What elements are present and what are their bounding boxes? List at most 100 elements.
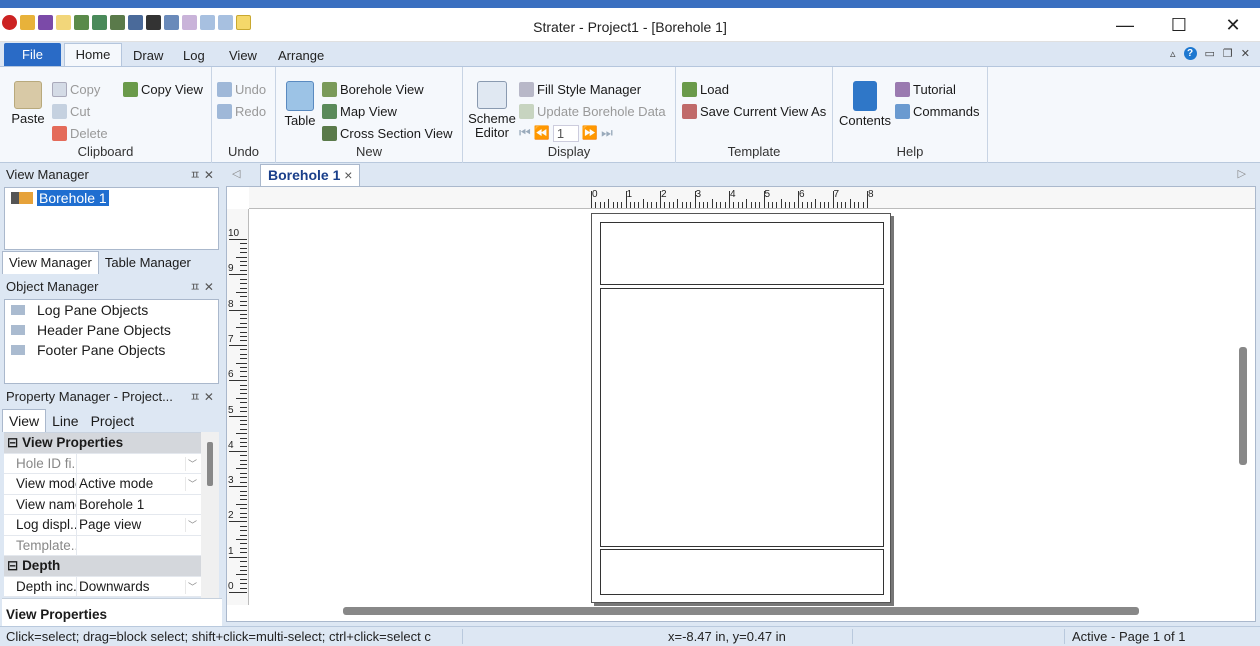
scroll-thumb[interactable]: [207, 442, 213, 486]
horizontal-scrollbar[interactable]: [343, 607, 1139, 615]
h-ruler-minor-tick: [858, 202, 860, 208]
property-tabs: View Line Project: [2, 409, 222, 432]
prop-log-display[interactable]: Log displ... Page view ﹀: [4, 515, 201, 536]
borehole-view-icon: [322, 81, 337, 97]
h-ruler-minor-tick: [841, 202, 843, 208]
v-ruler-label: 1: [228, 545, 234, 557]
v-ruler-minor-tick: [236, 291, 247, 293]
prop-view-mode[interactable]: View mode Active mode ﹀: [4, 474, 201, 495]
prop-view-name[interactable]: View name Borehole 1: [4, 494, 201, 515]
update-borehole-data-button[interactable]: Update Borehole Data: [519, 101, 666, 121]
load-template-button[interactable]: Load: [682, 79, 729, 99]
tree-item-header-pane[interactable]: Header Pane Objects: [5, 320, 218, 340]
tab-file[interactable]: File: [4, 43, 61, 66]
map-view-button[interactable]: Map View: [322, 101, 397, 121]
fill-style-manager-button[interactable]: Fill Style Manager: [519, 79, 641, 99]
commands-button[interactable]: Commands: [895, 101, 979, 121]
page[interactable]: [591, 213, 891, 603]
tab-scroll-right-icon[interactable]: ▷: [1238, 167, 1246, 180]
prop-hole-id[interactable]: Hole ID fi... ﹀: [4, 453, 201, 474]
save-current-view-as-button[interactable]: Save Current View As: [682, 101, 826, 121]
last-page-icon[interactable]: ⏭: [601, 125, 613, 141]
prev-page-icon[interactable]: ⏪: [534, 125, 550, 141]
borehole-view-button[interactable]: Borehole View: [322, 79, 424, 99]
section-depth[interactable]: ⊟ Depth: [4, 556, 201, 577]
first-page-icon[interactable]: ⏮: [519, 125, 531, 141]
pin-close-icon[interactable]: ㅍ ✕: [190, 164, 214, 186]
v-ruler-major-tick: [229, 556, 247, 558]
dropdown-icon[interactable]: ﹀: [185, 456, 199, 471]
tab-view[interactable]: View: [229, 45, 257, 66]
minimize-button[interactable]: —: [1098, 8, 1152, 42]
help-icon[interactable]: ?: [1183, 47, 1197, 60]
tab-borehole-1[interactable]: Borehole 1 ×: [260, 164, 360, 186]
tab-scroll-left-icon[interactable]: ◁: [232, 167, 240, 180]
tab-close-icon[interactable]: ×: [344, 167, 352, 183]
vertical-scrollbar[interactable]: [1239, 347, 1247, 465]
group-label-help: Help: [896, 144, 924, 159]
tree-item-log-pane[interactable]: Log Pane Objects: [5, 300, 218, 320]
v-ruler-minor-tick: [240, 472, 247, 474]
cross-section-view-button[interactable]: Cross Section View: [322, 123, 452, 143]
tab-property-view[interactable]: View: [2, 409, 47, 432]
document-canvas[interactable]: 012345678 10 9 8 7 6 5 4 3 2 1 0: [226, 186, 1256, 622]
prop-depth-increase[interactable]: Depth inc...Downwards﹀: [4, 576, 201, 597]
tab-property-line[interactable]: Line: [46, 410, 84, 432]
tab-log[interactable]: Log: [183, 45, 205, 66]
application-window: Strater - Project1 - [Borehole 1] — ☐ ✕ …: [0, 8, 1260, 646]
footer-pane[interactable]: [600, 549, 884, 595]
dropdown-icon[interactable]: ﹀: [185, 518, 199, 532]
group-label-clipboard: Clipboard: [77, 144, 134, 159]
tab-arrange[interactable]: Arrange: [278, 45, 324, 66]
v-ruler-minor-tick: [240, 300, 247, 302]
view-manager-item[interactable]: Borehole 1: [5, 188, 218, 208]
dropdown-icon[interactable]: ﹀: [185, 477, 199, 491]
property-scrollbar[interactable]: [201, 432, 219, 604]
maximize-button[interactable]: ☐: [1152, 8, 1206, 42]
v-ruler-label: 9: [228, 263, 234, 275]
redo-button[interactable]: Redo: [217, 101, 266, 121]
v-ruler-minor-tick: [240, 446, 247, 448]
pin-close-icon[interactable]: ㅍ ✕: [190, 386, 214, 408]
cut-icon: [52, 103, 67, 119]
tree-item-footer-pane[interactable]: Footer Pane Objects: [5, 340, 218, 360]
v-ruler-minor-tick: [240, 419, 247, 421]
undo-button[interactable]: Undo: [217, 79, 266, 99]
page-nav: ⏮ ⏪ 1 ⏩ ⏭: [519, 123, 613, 143]
mdi-minimize-icon[interactable]: ▭: [1205, 47, 1215, 60]
paste-button[interactable]: Paste: [8, 81, 48, 126]
mdi-restore-icon[interactable]: ❐: [1223, 47, 1233, 60]
section-view-properties[interactable]: ⊟ View Properties: [4, 433, 201, 454]
scheme-editor-button[interactable]: Scheme Editor: [467, 81, 517, 140]
h-ruler-minor-tick: [776, 202, 778, 208]
tutorial-button[interactable]: Tutorial: [895, 79, 956, 99]
page-number-field[interactable]: 1: [552, 124, 579, 142]
delete-button[interactable]: Delete: [52, 123, 108, 143]
log-pane[interactable]: [600, 288, 884, 547]
tab-view-manager[interactable]: View Manager: [2, 251, 99, 274]
h-ruler-minor-tick: [785, 202, 787, 208]
collapse-ribbon-icon[interactable]: ▵: [1170, 47, 1176, 60]
h-ruler-label: 8: [868, 189, 874, 200]
tab-table-manager[interactable]: Table Manager: [99, 252, 197, 274]
dropdown-icon[interactable]: ﹀: [185, 579, 199, 594]
tab-property-project[interactable]: Project: [85, 410, 141, 432]
prop-template[interactable]: Template...: [4, 535, 201, 556]
cut-button[interactable]: Cut: [52, 101, 90, 121]
group-label-display: Display: [547, 144, 591, 159]
copy-view-button[interactable]: Copy View: [123, 79, 203, 99]
group-help: Contents Tutorial Commands Help: [833, 67, 988, 163]
mdi-close-icon[interactable]: ✕: [1241, 47, 1250, 60]
header-pane[interactable]: [600, 222, 884, 285]
next-page-icon[interactable]: ⏩: [582, 125, 598, 141]
contents-button[interactable]: Contents: [835, 81, 895, 128]
copy-button[interactable]: Copy: [52, 79, 100, 99]
tab-home[interactable]: Home: [64, 43, 122, 67]
pin-close-icon[interactable]: ㅍ ✕: [190, 276, 214, 298]
h-ruler-minor-tick: [828, 202, 830, 208]
table-button[interactable]: Table: [282, 81, 318, 128]
close-button[interactable]: ✕: [1206, 8, 1260, 42]
v-ruler-minor-tick: [240, 389, 247, 391]
h-ruler-minor-tick: [759, 202, 761, 208]
tab-draw[interactable]: Draw: [133, 45, 163, 66]
